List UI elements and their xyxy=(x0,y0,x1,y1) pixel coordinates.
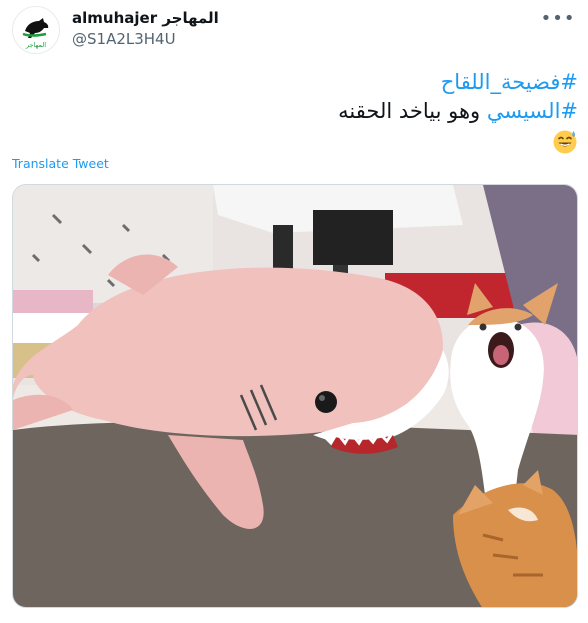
tweet-line-3 xyxy=(18,126,578,156)
hashtag-link[interactable]: #السيسي xyxy=(487,99,578,123)
tweet-line-2: #السيسي وهو بياخد الحقنه xyxy=(18,97,578,126)
tweet-line-1: #فضيحة_اللقاح xyxy=(18,68,578,97)
more-glyph: ••• xyxy=(540,7,576,29)
photo-shark-plush-cats-icon xyxy=(13,185,577,607)
tweet-photo[interactable] xyxy=(12,184,578,608)
tweet-body-text: وهو بياخد الحقنه xyxy=(338,99,487,123)
author-display-name[interactable]: almuhajer المهاجر xyxy=(72,9,219,27)
sweat-smile-emoji-icon xyxy=(553,130,577,154)
tweet-text: #فضيحة_اللقاح #السيسي وهو بياخد الحقنه xyxy=(18,68,578,156)
more-dots-icon[interactable]: ••• xyxy=(540,4,576,32)
avatar[interactable]: المهاجر xyxy=(12,6,60,54)
avatar-label: المهاجر xyxy=(25,41,46,49)
horse-logo-icon: المهاجر xyxy=(14,8,58,52)
translate-tweet-link[interactable]: Translate Tweet xyxy=(12,156,109,171)
author-handle[interactable]: @S1A2L3H4U xyxy=(72,30,176,48)
hashtag-link[interactable]: #فضيحة_اللقاح xyxy=(441,70,578,94)
